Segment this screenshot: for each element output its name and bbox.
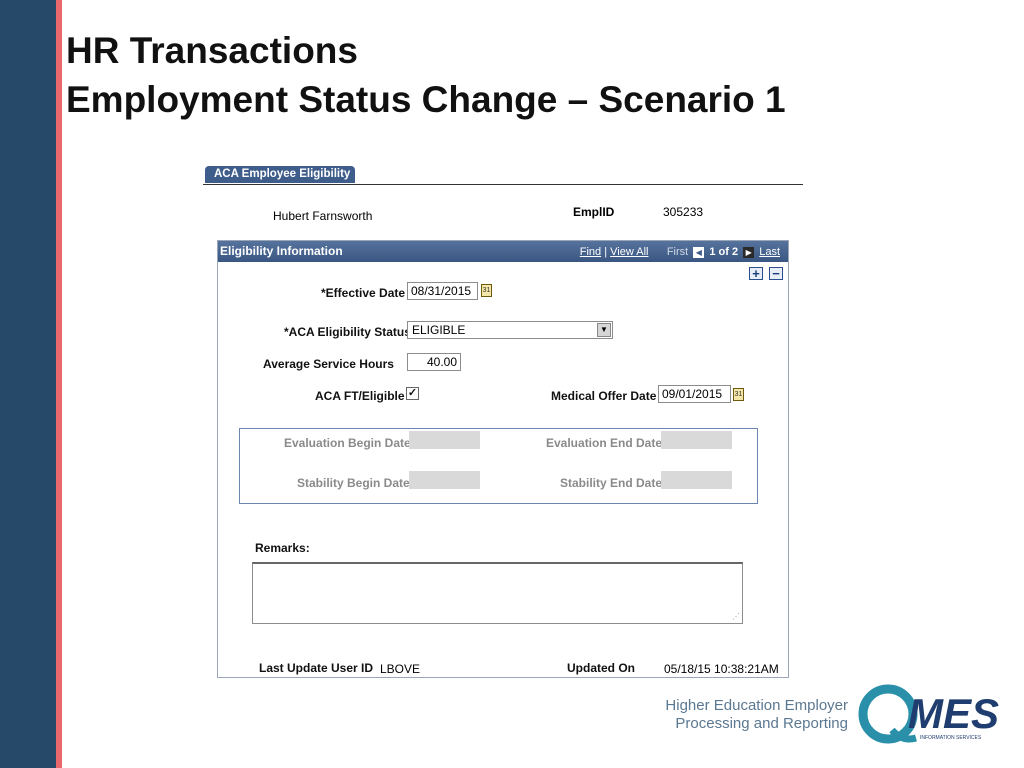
updated-on-value: 05/18/15 10:38:21AM bbox=[664, 662, 779, 676]
footer-tagline: Higher Education Employer Processing and… bbox=[665, 697, 848, 733]
tab-aca-employee-eligibility[interactable]: ACA Employee Eligibility bbox=[205, 166, 355, 183]
last-update-label: Last Update User ID bbox=[259, 661, 374, 675]
eval-end-field bbox=[661, 431, 732, 449]
slide-title-line2: Employment Status Change – Scenario 1 bbox=[66, 79, 786, 120]
calendar-icon[interactable]: 31 bbox=[481, 284, 492, 297]
updated-on-label: Updated On bbox=[567, 661, 635, 675]
slide-title-line1: HR Transactions bbox=[66, 30, 358, 71]
avg-hours-field[interactable]: 40.00 bbox=[407, 353, 461, 371]
emplid-label: EmplID bbox=[573, 205, 615, 219]
medical-offer-field[interactable]: 09/01/2015 bbox=[658, 385, 731, 403]
emplid-value: 305233 bbox=[663, 205, 704, 219]
effective-date-label: *Effective Date bbox=[321, 286, 406, 300]
remarks-label: Remarks: bbox=[255, 541, 310, 555]
last-update-value: LBOVE bbox=[380, 662, 421, 676]
employee-name: Hubert Farnsworth bbox=[273, 209, 373, 223]
row-navigation: Find | View All First ◀ 1 of 2 ▶ Last bbox=[579, 246, 780, 258]
aca-ft-checkbox[interactable]: ✓ bbox=[406, 387, 419, 400]
eval-end-label: Evaluation End Date bbox=[546, 436, 663, 450]
medical-offer-label: Medical Offer Date bbox=[551, 389, 657, 403]
view-all-link[interactable]: View All bbox=[610, 246, 648, 258]
effective-date-field[interactable]: 08/31/2015 bbox=[407, 282, 478, 300]
eval-begin-label: Evaluation Begin Date bbox=[284, 436, 411, 450]
eligibility-panel: Eligibility Information Find | View All … bbox=[217, 240, 789, 678]
qmes-logo: MES INFORMATION SERVICES bbox=[858, 684, 999, 744]
row-position: 1 of 2 bbox=[709, 246, 739, 258]
slide-sidebar bbox=[0, 0, 56, 768]
aca-status-label: *ACA Eligibility Status bbox=[284, 325, 411, 339]
eval-begin-field bbox=[409, 431, 480, 449]
stability-end-label: Stability End Date bbox=[560, 476, 663, 490]
add-row-button[interactable]: + bbox=[749, 267, 763, 280]
last-link[interactable]: Last bbox=[759, 246, 780, 258]
aca-ft-label: ACA FT/Eligible bbox=[315, 389, 405, 403]
first-link: First bbox=[666, 246, 689, 258]
find-link[interactable]: Find bbox=[580, 246, 601, 258]
panel-header: Eligibility Information Find | View All … bbox=[218, 241, 788, 262]
slide-accent-stripe bbox=[56, 0, 62, 768]
next-row-icon[interactable]: ▶ bbox=[743, 246, 755, 258]
chevron-down-icon[interactable]: ▼ bbox=[597, 323, 611, 337]
logo-text: MES bbox=[908, 690, 999, 737]
aca-status-dropdown[interactable]: ELIGIBLE ▼ bbox=[407, 321, 613, 339]
panel-title: Eligibility Information bbox=[220, 244, 343, 258]
previous-row-icon: ◀ bbox=[693, 246, 705, 258]
avg-hours-label: Average Service Hours bbox=[263, 357, 394, 371]
aca-status-value: ELIGIBLE bbox=[412, 323, 466, 337]
footer-line1: Higher Education Employer bbox=[665, 697, 848, 714]
calendar-icon[interactable]: 31 bbox=[733, 388, 744, 401]
delete-row-button[interactable]: − bbox=[769, 267, 783, 280]
footer-line2: Processing and Reporting bbox=[675, 715, 848, 732]
stability-begin-label: Stability Begin Date bbox=[297, 476, 410, 490]
remarks-textarea[interactable] bbox=[252, 562, 743, 624]
logo-subtext: INFORMATION SERVICES bbox=[920, 735, 982, 741]
tab-underline bbox=[203, 184, 803, 185]
stability-begin-field bbox=[409, 471, 480, 489]
slide-title: HR Transactions Employment Status Change… bbox=[66, 26, 786, 124]
stability-end-field bbox=[661, 471, 732, 489]
resize-grip-icon[interactable]: ⋰ bbox=[732, 613, 740, 621]
evaluation-group-box: Evaluation Begin Date Evaluation End Dat… bbox=[239, 428, 758, 504]
